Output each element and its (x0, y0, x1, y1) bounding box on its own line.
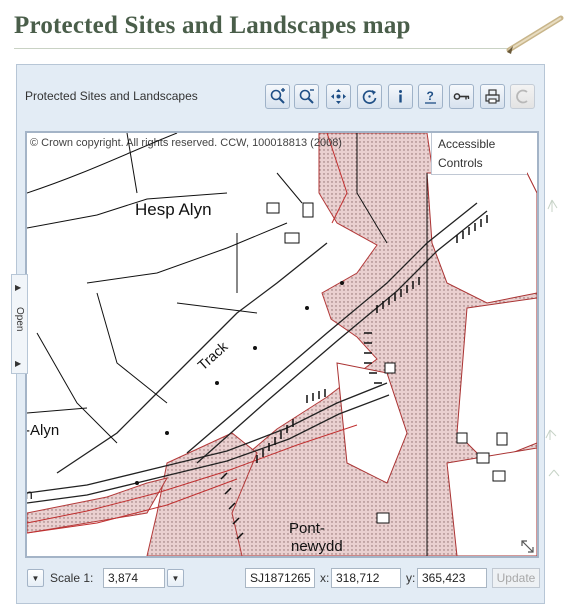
update-button[interactable]: Update (492, 568, 540, 588)
scale-dropdown-left-button[interactable]: ▼ (27, 569, 44, 587)
print-button[interactable] (480, 84, 505, 109)
chevron-down-icon: ▼ (171, 573, 180, 583)
print-icon (485, 89, 500, 104)
zoom-out-icon (299, 89, 314, 104)
map-label-hesp-alyn: Hesp Alyn (135, 200, 212, 219)
map-label-track: Track (194, 338, 231, 374)
chevron-down-icon: ▼ (31, 573, 40, 583)
y-label: y: (406, 571, 416, 585)
refresh-icon (362, 90, 377, 104)
map-label-n: n (27, 486, 33, 502)
map-copyright: © Crown copyright. All rights reserved. … (30, 137, 342, 149)
scale-dropdown-button[interactable]: ▼ (167, 569, 184, 587)
chevron-right-icon: ▶ (15, 283, 22, 292)
info-button[interactable] (388, 84, 413, 109)
map-image[interactable]: Hesp Alyn Track -Alyn Pont- newydd n (27, 133, 537, 556)
map-label-newydd: newydd (291, 538, 343, 555)
key-icon (453, 93, 470, 100)
side-panel-toggle[interactable]: ▶ Open ▶ (11, 274, 28, 374)
accessible-controls-line1: Accessible (438, 137, 496, 151)
svg-text:?: ? (427, 89, 434, 103)
map-viewport[interactable]: Hesp Alyn Track -Alyn Pont- newydd n © C… (25, 131, 539, 558)
accessible-controls-link[interactable]: Accessible Controls (431, 133, 527, 175)
scale-input[interactable]: 3,874 (103, 568, 165, 588)
help-icon: ? (425, 89, 436, 104)
map-status-bar: ▼ Scale 1: 3,874 ▼ SJ1871265 x: 318,712 … (25, 567, 540, 589)
x-coordinate-field[interactable]: 318,712 (331, 568, 401, 588)
chevron-right-icon: ▶ (15, 359, 22, 368)
x-label: x: (320, 571, 330, 585)
map-label-alyn: -Alyn (27, 422, 59, 439)
zoom-in-icon (270, 88, 285, 104)
panel-title: Protected Sites and Landscapes (25, 89, 198, 103)
scale-label: Scale 1: (50, 571, 94, 585)
pencil-logo-icon (506, 15, 564, 54)
page-title: Protected Sites and Landscapes map (14, 12, 411, 39)
grid-reference-field[interactable]: SJ1871265 (245, 568, 315, 588)
resize-icon[interactable] (521, 540, 534, 553)
side-panel-label: Open (14, 307, 25, 332)
help-button[interactable]: ? (418, 84, 443, 109)
info-icon (399, 90, 402, 103)
refresh-button[interactable] (357, 84, 382, 109)
map-label-pont: Pont- (289, 520, 325, 537)
clear-icon (516, 89, 528, 104)
pan-button[interactable] (326, 84, 351, 109)
pan-arrows-icon (331, 89, 346, 104)
title-divider (14, 48, 512, 49)
zoom-out-button[interactable] (294, 84, 319, 109)
accessible-controls-line2: Controls (438, 156, 483, 170)
zoom-in-button[interactable] (265, 84, 290, 109)
map-panel: Protected Sites and Landscapes ? Hesp Al… (16, 64, 545, 604)
clear-button[interactable] (510, 84, 535, 109)
y-coordinate-field[interactable]: 365,423 (417, 568, 487, 588)
key-button[interactable] (449, 84, 474, 109)
